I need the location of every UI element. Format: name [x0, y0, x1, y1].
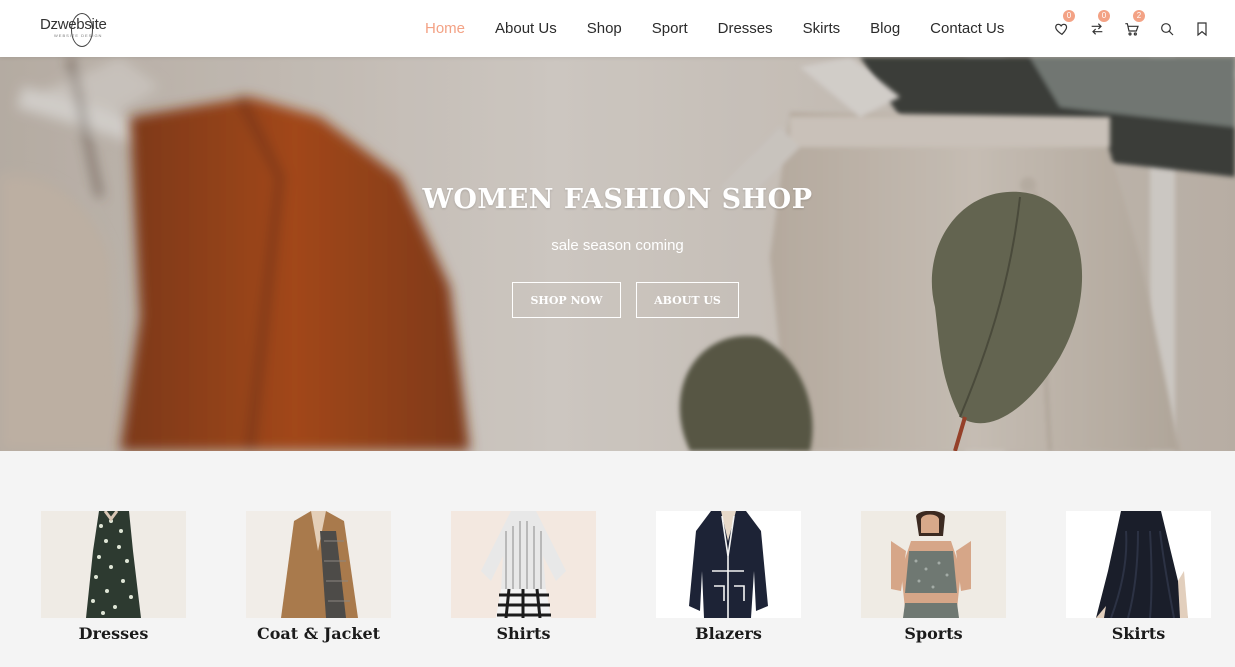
category-label: Skirts	[1111, 624, 1166, 643]
logo-tagline: WEBSITE DESIGN	[54, 33, 103, 38]
wishlist-button[interactable]: 0	[1044, 0, 1079, 57]
category-blazers[interactable]: Blazers	[656, 511, 801, 651]
category-image-shirts	[451, 511, 596, 618]
compare-button[interactable]: 0	[1079, 0, 1114, 57]
category-image-coat-jacket	[246, 511, 391, 618]
cart-icon	[1124, 22, 1139, 36]
cart-button[interactable]: 2	[1114, 0, 1149, 57]
category-label: Blazers	[695, 624, 762, 643]
nav-about-us[interactable]: About Us	[480, 20, 572, 37]
search-icon	[1160, 22, 1173, 35]
category-label: Shirts	[496, 624, 551, 643]
site-header: Dzwebsite WEBSITE DESIGN Home About Us S…	[0, 0, 1235, 57]
category-coat-jacket[interactable]: Coat & Jacket	[246, 511, 391, 651]
nav-blog[interactable]: Blog	[855, 20, 915, 37]
nav-shop[interactable]: Shop	[572, 20, 637, 37]
nav-home[interactable]: Home	[410, 20, 480, 37]
category-image-sports	[861, 511, 1006, 618]
hero-overlay	[0, 57, 1235, 451]
cart-count-badge: 2	[1133, 10, 1145, 22]
category-skirts[interactable]: Skirts	[1066, 511, 1211, 651]
category-list: Dresses Coat & Jacket Shirts Blazers Spo…	[0, 461, 1235, 667]
logo-text: Dzwebsite	[40, 16, 107, 33]
compare-count-badge: 0	[1098, 10, 1110, 22]
category-shirts[interactable]: Shirts	[451, 511, 596, 651]
heart-icon	[1054, 23, 1067, 35]
nav-sport[interactable]: Sport	[637, 20, 703, 37]
category-image-skirts	[1066, 511, 1211, 618]
compare-arrows-icon	[1091, 22, 1102, 35]
shop-now-button[interactable]: SHOP NOW	[512, 282, 621, 318]
hero-title: WOMEN FASHION SHOP	[422, 184, 813, 215]
category-label: Coat & Jacket	[256, 624, 381, 643]
about-us-button[interactable]: ABOUT US	[636, 282, 739, 318]
category-image-dresses	[41, 511, 186, 618]
site-logo[interactable]: Dzwebsite WEBSITE DESIGN	[40, 13, 110, 47]
header-icons: 0 0 2	[1044, 0, 1219, 57]
main-nav: Home About Us Shop Sport Dresses Skirts …	[410, 0, 1019, 57]
bookmark-icon	[1196, 21, 1207, 36]
category-label: Dresses	[78, 624, 149, 643]
nav-contact-us[interactable]: Contact Us	[915, 20, 1019, 37]
hero-subtitle: sale season coming	[551, 237, 684, 254]
nav-dresses[interactable]: Dresses	[703, 20, 788, 37]
category-dresses[interactable]: Dresses	[41, 511, 186, 651]
nav-skirts[interactable]: Skirts	[788, 20, 856, 37]
hero-banner: WOMEN FASHION SHOP sale season coming SH…	[0, 57, 1235, 451]
search-button[interactable]	[1149, 0, 1184, 57]
category-label: Sports	[904, 624, 963, 643]
category-image-blazers	[656, 511, 801, 618]
category-sports[interactable]: Sports	[861, 511, 1006, 651]
wishlist-count-badge: 0	[1063, 10, 1075, 22]
bookmark-button[interactable]	[1184, 0, 1219, 57]
